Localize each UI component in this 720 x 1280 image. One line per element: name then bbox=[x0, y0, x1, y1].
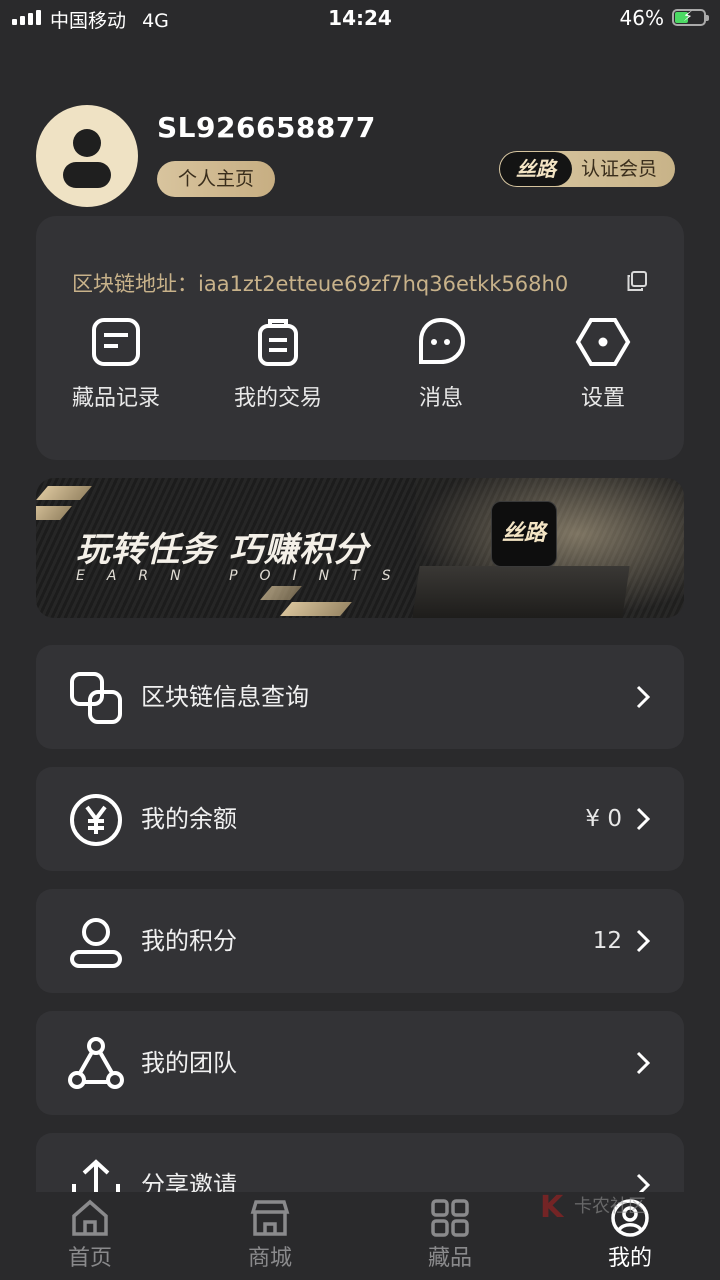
quick-action-messages[interactable]: 消息 bbox=[371, 316, 511, 426]
clock: 14:24 bbox=[328, 6, 392, 30]
tab-shop[interactable]: 商城 bbox=[180, 1192, 360, 1280]
menu-label: 我的积分 bbox=[141, 927, 237, 955]
chat-bubble-icon bbox=[419, 317, 466, 364]
quick-action-collection-records[interactable]: 藏品记录 bbox=[46, 316, 186, 426]
document-icon bbox=[92, 318, 140, 366]
shop-icon bbox=[250, 1200, 290, 1236]
quick-action-label: 消息 bbox=[418, 386, 463, 411]
user-points-icon bbox=[70, 918, 122, 968]
battery-percent: 46% bbox=[619, 6, 664, 30]
status-bar: 中国移动 4G 14:24 46% ⚡ bbox=[0, 0, 720, 38]
avatar-body bbox=[63, 162, 111, 188]
hexagon-settings-icon bbox=[575, 318, 631, 366]
banner-title: 玩转任务 巧赚积分 bbox=[76, 530, 369, 570]
menu-my-points[interactable]: 我的积分 12 bbox=[36, 889, 684, 993]
account-card: 区块链地址：iaa1zt2etteue69zf7hq36etkk568h0 藏品… bbox=[36, 216, 684, 460]
watermark-logo: K bbox=[540, 1190, 564, 1225]
chevron-right-icon bbox=[636, 1051, 650, 1075]
tab-collections[interactable]: 藏品 bbox=[360, 1192, 540, 1280]
tab-home[interactable]: 首页 bbox=[0, 1192, 180, 1280]
quick-action-label: 设置 bbox=[580, 386, 625, 411]
tab-label: 首页 bbox=[67, 1246, 112, 1271]
quick-action-my-trades[interactable]: 我的交易 bbox=[208, 316, 348, 426]
copy-icon[interactable] bbox=[626, 270, 648, 292]
banner-box-illustration bbox=[412, 566, 630, 618]
menu-my-balance[interactable]: 我的余额 ¥ 0 bbox=[36, 767, 684, 871]
overlap-squares-icon bbox=[70, 672, 122, 724]
menu-label: 我的团队 bbox=[141, 1049, 237, 1077]
member-badge-label: 认证会员 bbox=[581, 158, 658, 180]
menu-my-team[interactable]: 我的团队 bbox=[36, 1011, 684, 1115]
banner-logo: 丝路 bbox=[491, 501, 557, 567]
quick-action-label: 我的交易 bbox=[233, 386, 322, 411]
chain-address-value: iaa1zt2etteue69zf7hq36etkk568h0 bbox=[198, 272, 569, 296]
menu-label: 区块链信息查询 bbox=[141, 683, 309, 711]
tab-label: 商城 bbox=[247, 1246, 292, 1271]
earn-points-banner[interactable]: 丝路 玩转任务 巧赚积分 EARN POINTS bbox=[36, 478, 684, 618]
battery-icon: ⚡ bbox=[672, 9, 709, 26]
chevron-right-icon bbox=[636, 685, 650, 709]
profile-page: 中国移动 4G 14:24 46% ⚡ SL926658877 个人主页 丝路 … bbox=[0, 0, 720, 1280]
personal-homepage-button[interactable]: 个人主页 bbox=[157, 161, 275, 197]
menu-label: 我的余额 bbox=[141, 805, 237, 833]
balance-value: ¥ 0 bbox=[585, 806, 622, 832]
banner-subtitle: EARN POINTS bbox=[76, 568, 413, 584]
avatar-head bbox=[73, 129, 101, 157]
menu-blockchain-query[interactable]: 区块链信息查询 bbox=[36, 645, 684, 749]
chain-address-label: 区块链地址： bbox=[72, 272, 198, 296]
chevron-right-icon bbox=[636, 807, 650, 831]
silk-road-logo: 丝路 bbox=[500, 152, 572, 186]
chevron-right-icon bbox=[636, 929, 650, 953]
watermark-text: 卡农社区 bbox=[574, 1196, 646, 1217]
chain-address: 区块链地址：iaa1zt2etteue69zf7hq36etkk568h0 bbox=[72, 268, 568, 298]
points-value: 12 bbox=[592, 928, 622, 954]
tab-label: 我的 bbox=[607, 1246, 652, 1271]
quick-action-label: 藏品记录 bbox=[71, 386, 160, 411]
avatar[interactable] bbox=[36, 105, 138, 207]
tab-label: 藏品 bbox=[427, 1246, 472, 1271]
certified-member-badge[interactable]: 丝路 认证会员 bbox=[499, 151, 675, 187]
clipboard-icon bbox=[258, 319, 298, 366]
username: SL926658877 bbox=[157, 111, 376, 144]
yen-circle-icon bbox=[70, 794, 122, 846]
watermark: K 卡农社区 bbox=[540, 1190, 660, 1226]
team-icon bbox=[68, 1037, 124, 1089]
grid-icon bbox=[431, 1199, 469, 1237]
quick-action-settings[interactable]: 设置 bbox=[533, 316, 673, 426]
home-icon bbox=[72, 1199, 108, 1236]
